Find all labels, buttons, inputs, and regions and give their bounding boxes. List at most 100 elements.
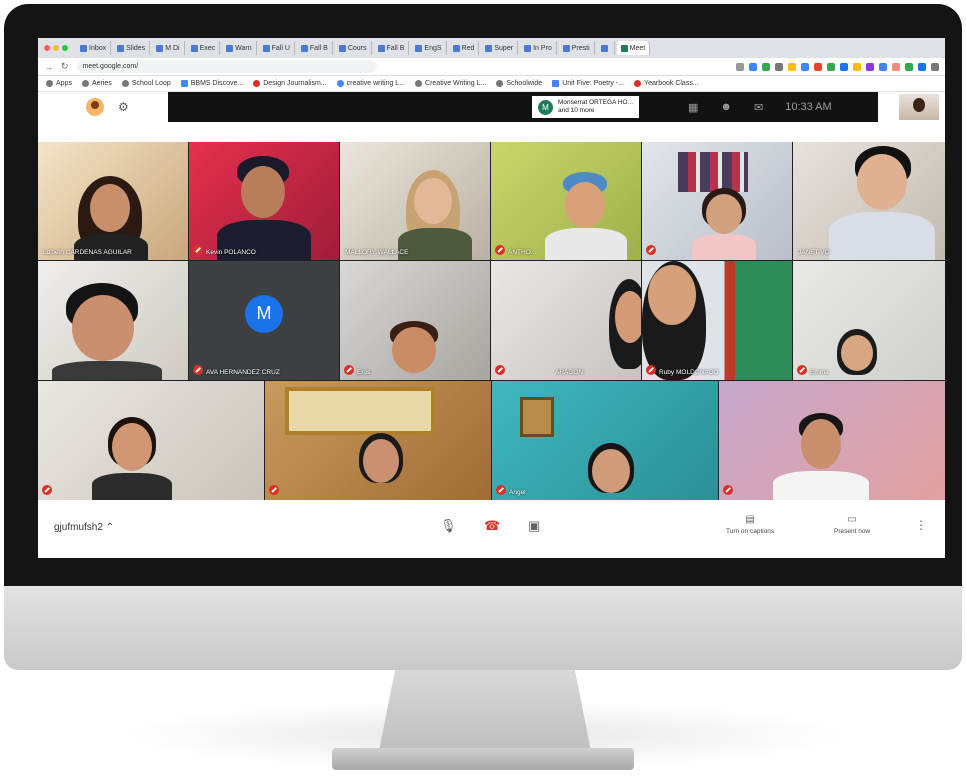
participant-name: MALLORY WALLACE (345, 249, 409, 256)
participant-tile[interactable] (719, 381, 945, 500)
bookmarks-bar: Apps Aeries School Loop BBMS Discove... … (38, 76, 945, 92)
minimize-window-button[interactable] (53, 45, 59, 51)
tab-favicon-icon (600, 44, 608, 52)
camera-icon[interactable]: ▣ (528, 518, 540, 534)
participant-tile[interactable]: Angel (492, 381, 718, 500)
meet-favicon-icon (620, 44, 628, 52)
people-icon[interactable]: ▦ (688, 101, 698, 114)
browser-tab[interactable]: Fall U (259, 41, 295, 55)
browser-tab[interactable]: Inbox (76, 41, 112, 55)
more-icon[interactable]: ⋮ (915, 518, 927, 532)
settings-icon[interactable]: ⚙ (118, 100, 129, 114)
bookmark[interactable]: Design Journalism... (253, 80, 327, 87)
meeting-code[interactable]: gjufmufsh2 ⌃ (54, 522, 114, 533)
browser-tab[interactable]: Cours (335, 41, 372, 55)
captions-button[interactable]: ▤ Turn on captions (726, 514, 774, 535)
participant-tile[interactable]: Kevin POLANCO (189, 142, 339, 260)
browser-tab[interactable]: Slides (113, 41, 151, 55)
extension-icon[interactable] (801, 62, 809, 71)
mic-icon[interactable]: 🎙 (440, 518, 457, 534)
extension-icon[interactable] (775, 62, 783, 71)
browser-tab[interactable]: Super (481, 41, 519, 55)
participant-name: Eros (357, 369, 371, 376)
browser-tab[interactable]: Warn (222, 41, 257, 55)
close-window-button[interactable] (44, 45, 50, 51)
bookmark[interactable]: Unit Five: Poetry -... (552, 80, 624, 87)
bookmark[interactable]: Creative Writing L... (415, 80, 486, 87)
participant-tile[interactable]: ANTHO... (491, 142, 641, 260)
browser-tab[interactable]: Fall B (374, 41, 410, 55)
bookmark[interactable]: BBMS Discove... (180, 80, 243, 87)
bookmark-icon (336, 80, 344, 87)
mic-off-icon (496, 485, 506, 495)
participant-tile[interactable]: M AVA HERNANDEZ CRUZ (189, 261, 339, 380)
captions-label: Turn on captions (726, 528, 775, 535)
extension-icon[interactable] (879, 62, 887, 71)
bookmark[interactable]: School Loop (121, 80, 171, 87)
bookmark[interactable]: creative writing L... (336, 80, 405, 87)
browser-tab[interactable]: M Di (152, 41, 185, 55)
participant-tile[interactable] (642, 142, 792, 260)
participant-tile[interactable]: Lizbeth CARDENAS AGUILAR (38, 142, 188, 260)
participant-tile[interactable]: Emma (793, 261, 945, 380)
browser-tab-active[interactable]: Meet (616, 41, 651, 55)
notification-text: Monserrat ORTEGA HO... and 10 more (558, 99, 634, 114)
browser-tab[interactable]: Fall B (297, 41, 333, 55)
participant-name: Ruby MOLDONADO (659, 369, 719, 376)
extension-icon[interactable] (892, 62, 900, 71)
address-field[interactable]: meet.google.com/ (76, 60, 377, 73)
clock: 10:33 AM (785, 101, 832, 113)
extension-icon[interactable] (788, 62, 796, 71)
hangup-icon[interactable]: ☎ (484, 518, 500, 534)
participant-tile[interactable] (265, 381, 491, 500)
participant-tile[interactable]: Ruby MOLDONADO (642, 261, 792, 380)
extension-icon[interactable] (736, 62, 744, 71)
extension-icon[interactable] (853, 62, 861, 71)
participant-avatar: M (245, 294, 283, 333)
maximize-window-button[interactable] (62, 45, 68, 51)
extension-icon[interactable] (918, 62, 926, 71)
back-arrow-icon[interactable]: → (44, 62, 53, 72)
chat-icon[interactable]: ✉ (754, 101, 763, 114)
browser-tab[interactable]: EngS (411, 41, 447, 55)
bookmark-icon (180, 80, 188, 87)
self-view-thumbnail[interactable] (899, 94, 939, 120)
reload-icon[interactable]: ↻ (61, 61, 69, 72)
extension-icon[interactable] (931, 62, 939, 71)
browser-tab[interactable]: Exec (187, 41, 221, 55)
browser-tab[interactable]: Presti (559, 41, 595, 55)
participant-tile[interactable]: MALLORY WALLACE (340, 142, 490, 260)
topbar-icons: ▦ ☻ ✉ 10:33 AM (688, 92, 832, 122)
captions-icon: ▤ (745, 514, 755, 525)
mic-off-icon (495, 245, 505, 255)
extension-icon[interactable] (840, 62, 848, 71)
browser-tab[interactable]: Red (449, 41, 480, 55)
participant-tile[interactable]: JANET VO (793, 142, 945, 260)
join-notification[interactable]: M Monserrat ORTEGA HO... and 10 more (532, 96, 640, 118)
extension-icon[interactable] (814, 62, 822, 71)
participant-name: Lizbeth CARDENAS AGUILAR (43, 249, 132, 256)
tab-favicon-icon (415, 44, 423, 52)
browser-tab[interactable] (597, 41, 615, 55)
bookmark[interactable]: Aeries (81, 80, 112, 87)
bookmark-icon (46, 80, 53, 87)
browser-tab[interactable]: In Pro (520, 41, 557, 55)
extension-icon[interactable] (905, 62, 913, 71)
participants-icon[interactable]: ☻ (720, 101, 732, 113)
present-button[interactable]: ▭ Present now (834, 514, 870, 535)
participant-tile[interactable]: ARAGON (491, 261, 641, 380)
bookmark[interactable]: Apps (46, 80, 72, 87)
extension-icon[interactable] (762, 62, 770, 71)
participant-tile[interactable] (38, 261, 188, 380)
user-avatar[interactable] (86, 98, 104, 116)
participant-tile[interactable]: Eros (340, 261, 490, 380)
extension-icon[interactable] (866, 62, 874, 71)
tab-favicon-icon (377, 44, 385, 52)
participant-tile[interactable] (38, 381, 264, 500)
bookmark[interactable]: Yearbook Class... (634, 80, 699, 87)
extension-icon[interactable] (749, 62, 757, 71)
bookmark[interactable]: Schoolwide (496, 80, 542, 87)
extension-icon[interactable] (827, 62, 835, 71)
participant-name: Angel (509, 489, 526, 496)
tab-favicon-icon (562, 44, 570, 52)
